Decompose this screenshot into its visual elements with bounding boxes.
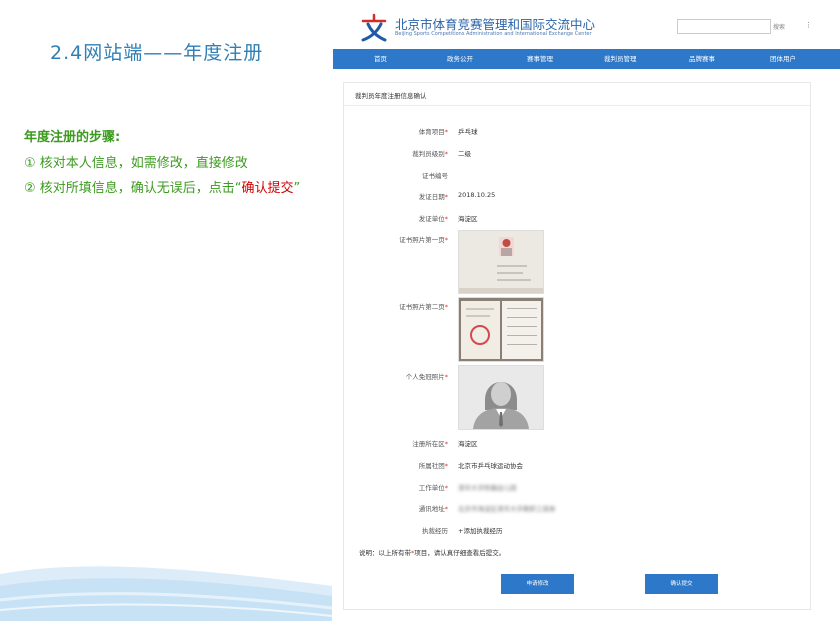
required-mark: * (444, 303, 448, 311)
avatar-placeholder[interactable] (458, 365, 544, 430)
steps-heading: 年度注册的步骤: (24, 130, 121, 145)
label-sport-text: 体育项目 (418, 128, 445, 136)
label-issue-date: 发证日期* (344, 191, 448, 201)
label-issuing-unit-text: 发证单位 (418, 215, 445, 223)
more-menu-icon[interactable]: ⋮ (805, 21, 812, 29)
nav-home[interactable]: 首页 (374, 49, 387, 69)
step-1: ① 核对本人信息，如需修改，直接修改 (24, 156, 248, 171)
label-employer-text: 工作单位 (418, 484, 445, 492)
required-mark: * (444, 193, 448, 201)
slide-title: 2.4网站端——年度注册 (50, 42, 264, 64)
search-button[interactable]: 搜索 (773, 22, 785, 31)
main-nav: 首页 政务公开 赛事管理 裁判员管理 品牌赛事 团体用户 (333, 49, 840, 69)
label-issue-date-text: 发证日期 (418, 193, 445, 201)
website-screenshot: 北京市体育竞赛管理和国际交流中心 Beijing Sports Competit… (333, 0, 840, 621)
label-certificate-number: 证书编号 (344, 170, 448, 180)
apply-modify-button[interactable]: 申请修改 (501, 574, 574, 594)
wave-decoration (0, 566, 332, 621)
confirm-submit-button[interactable]: 确认提交 (645, 574, 718, 594)
label-officiating-experience-text: 执裁经历 (422, 527, 448, 535)
required-mark: * (444, 484, 448, 492)
certificate-photo-page-1[interactable] (458, 230, 544, 294)
required-mark: * (444, 505, 448, 513)
step-2-highlight: 确认提交 (241, 181, 294, 196)
site-name-english: Beijing Sports Competitions Administrati… (395, 31, 592, 37)
required-mark: * (444, 215, 448, 223)
value-registration-district[interactable]: 海淀区 (458, 438, 478, 448)
value-referee-level[interactable]: 二级 (458, 148, 471, 158)
form-title: 裁判员年度注册信息确认 (355, 92, 427, 100)
required-mark: * (444, 373, 448, 381)
form-note-suffix: 项目，请认真仔细查看后提交。 (414, 549, 506, 557)
search-input[interactable] (677, 19, 771, 34)
label-mailing-address: 通讯地址* (344, 503, 448, 513)
required-mark: * (444, 440, 448, 448)
required-mark: * (444, 128, 448, 136)
label-certificate-photo-1: 证书照片第一页* (344, 234, 448, 244)
required-mark: * (444, 150, 448, 158)
label-referee-level-text: 裁判员级别 (412, 150, 445, 158)
label-mailing-address-text: 通讯地址 (418, 505, 445, 513)
nav-government-affairs[interactable]: 政务公开 (447, 49, 473, 69)
label-id-photo: 个人免冠照片* (344, 371, 448, 381)
nav-referee-management[interactable]: 裁判员管理 (604, 49, 637, 69)
label-association: 所属社团* (344, 460, 448, 470)
label-certificate-photo-1-text: 证书照片第一页 (399, 236, 445, 244)
form-note-prefix: 说明：以上所有带 (359, 549, 411, 557)
value-employer[interactable]: 清华大学附属幼儿园 (458, 482, 517, 492)
required-mark: * (444, 462, 448, 470)
value-sport[interactable]: 乒乓球 (458, 126, 478, 136)
nav-brand-events[interactable]: 品牌赛事 (689, 49, 715, 69)
label-referee-level: 裁判员级别* (344, 148, 448, 158)
nav-event-management[interactable]: 赛事管理 (527, 49, 553, 69)
value-association[interactable]: 北京市乒乓球运动协会 (458, 460, 523, 470)
value-issuing-unit[interactable]: 海淀区 (458, 213, 478, 223)
label-registration-district: 注册所在区* (344, 438, 448, 448)
label-sport: 体育项目* (344, 126, 448, 136)
required-mark: * (444, 236, 448, 244)
value-mailing-address[interactable]: 北京市海淀区清华大学教职工宿舍 (458, 503, 556, 513)
step-2: ② 核对所填信息，确认无误后，点击“确认提交” (24, 177, 300, 196)
label-issuing-unit: 发证单位* (344, 213, 448, 223)
certificate-photo-page-2[interactable] (458, 297, 544, 362)
label-officiating-experience: 执裁经历 (344, 525, 448, 535)
label-certificate-photo-2: 证书照片第二页* (344, 301, 448, 311)
sports-center-logo-icon (361, 13, 387, 42)
label-id-photo-text: 个人免冠照片 (405, 373, 445, 381)
divider (344, 105, 810, 106)
nav-group-users[interactable]: 团体用户 (770, 49, 796, 69)
label-association-text: 所属社团 (418, 462, 445, 470)
step-2-text: ② 核对所填信息，确认无误后，点击“ (24, 181, 242, 196)
label-registration-district-text: 注册所在区 (412, 440, 445, 448)
registration-confirm-card: 裁判员年度注册信息确认 体育项目* 乒乓球 裁判员级别* 二级 证书编号 发证日… (343, 82, 811, 610)
step-2-suffix: ” (293, 181, 301, 196)
value-issue-date[interactable]: 2018.10.25 (458, 191, 495, 199)
add-experience-link[interactable]: +添加执裁经历 (458, 525, 502, 535)
label-certificate-photo-2-text: 证书照片第二页 (399, 303, 445, 311)
label-employer: 工作单位* (344, 482, 448, 492)
label-certificate-number-text: 证书编号 (422, 172, 448, 180)
form-note: 说明：以上所有带*项目，请认真仔细查看后提交。 (359, 547, 505, 557)
